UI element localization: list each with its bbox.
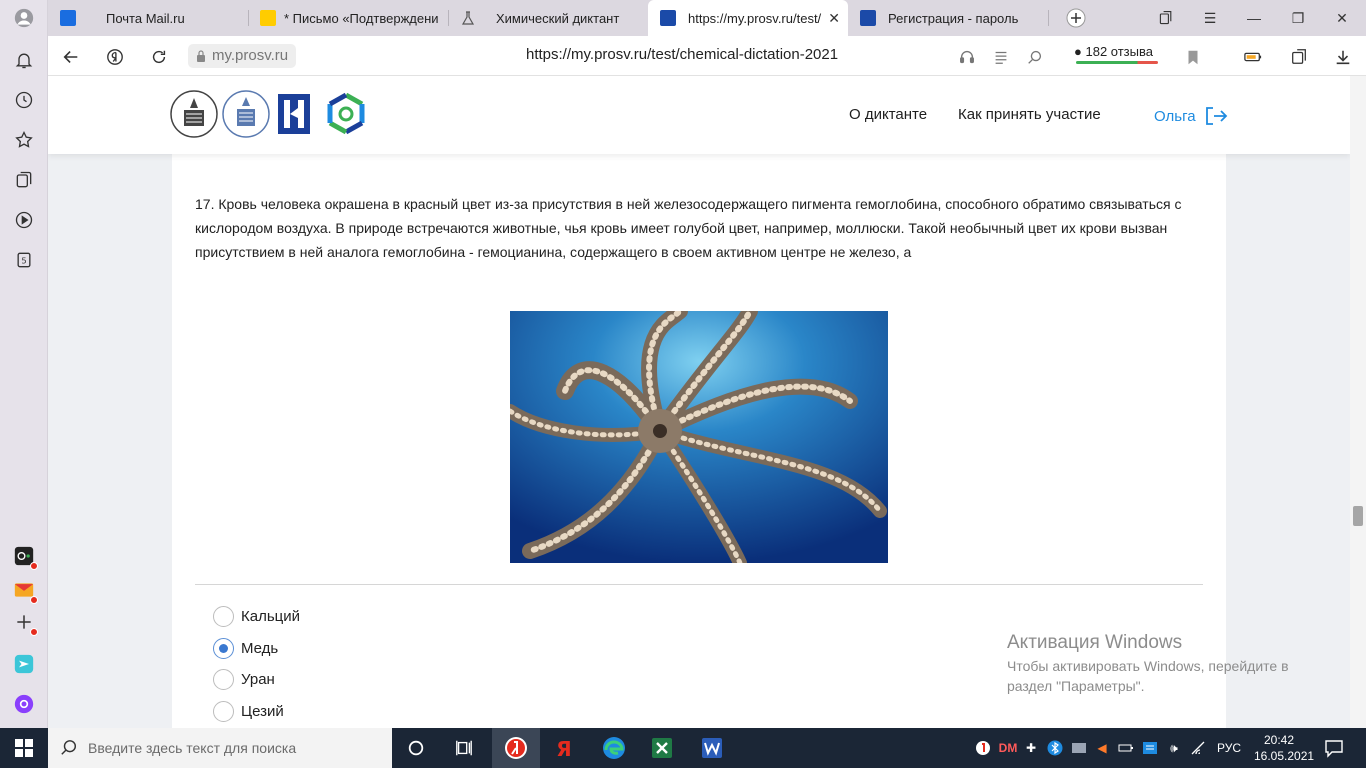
excel-icon[interactable] <box>648 734 676 762</box>
tabs-list-icon[interactable] <box>1156 8 1176 28</box>
divider <box>195 584 1203 585</box>
dm-tray-icon[interactable]: DM <box>998 740 1018 756</box>
svg-text:Я: Я <box>556 737 571 760</box>
cortana-icon[interactable] <box>402 734 430 762</box>
page-scrollbar[interactable] <box>1350 76 1366 728</box>
collections-icon[interactable] <box>12 168 36 192</box>
radio-button[interactable] <box>213 606 234 627</box>
browser-sidebar: 5 <box>0 0 48 728</box>
clock[interactable]: 20:42 16.05.2021 <box>1254 732 1314 764</box>
extensions-icon[interactable] <box>1288 46 1310 68</box>
web-page: О диктанте Как принять участие Ольга 17.… <box>48 76 1350 728</box>
taskbar-search-input[interactable]: Введите здесь текст для поиска <box>48 728 392 768</box>
tab-prosv-test[interactable]: https://my.prosv.ru/test/ ✕ <box>648 0 848 36</box>
domain-pill[interactable]: my.prosv.ru <box>188 44 297 68</box>
yandex-browser-icon[interactable] <box>502 734 530 762</box>
battery-saver-icon[interactable] <box>1242 46 1264 68</box>
question-text: 17. Кровь человека окрашена в красный цв… <box>195 196 1182 260</box>
option-copper[interactable]: Медь <box>213 638 278 659</box>
headphones-icon[interactable] <box>956 46 978 68</box>
download-icon[interactable] <box>1332 46 1354 68</box>
close-window-icon[interactable]: ✕ <box>1332 8 1352 28</box>
windows-taskbar: Введите здесь текст для поиска Я DM ✚ ◀ … <box>0 728 1366 768</box>
star-icon[interactable] <box>12 128 36 152</box>
number-five-icon[interactable]: 5 <box>12 248 36 272</box>
messenger-icon[interactable] <box>12 652 36 676</box>
restore-icon[interactable]: ❐ <box>1288 8 1308 28</box>
mail-icon[interactable] <box>12 578 38 604</box>
option-calcium[interactable]: Кальций <box>213 606 300 627</box>
address-bar: my.prosv.ru https://my.prosv.ru/test/che… <box>48 36 1366 76</box>
url-text[interactable]: https://my.prosv.ru/test/chemical-dictat… <box>526 46 838 63</box>
menu-how-to-participate[interactable]: Как принять участие <box>958 106 1101 123</box>
user-account-link[interactable]: Ольга <box>1154 106 1228 126</box>
network-tray-icon[interactable]: ✚ <box>1023 740 1039 756</box>
radio-button[interactable] <box>213 669 234 690</box>
yandex-tray-icon[interactable] <box>975 740 991 756</box>
comment-icon: ● <box>1074 44 1082 59</box>
yandex-icon[interactable]: Я <box>550 734 578 762</box>
radio-button[interactable] <box>213 701 234 722</box>
add-panel-icon[interactable] <box>12 610 38 636</box>
keyboard-tray-icon[interactable] <box>1142 740 1158 756</box>
reviews-rating-bar <box>1076 61 1158 64</box>
prosv-logo-icon <box>860 10 876 26</box>
tab-chemical-dictation[interactable]: Химический диктант <box>448 0 648 36</box>
menu-icon[interactable]: ☰ <box>1200 8 1220 28</box>
display-tray-icon[interactable] <box>1071 740 1087 756</box>
tab-letter[interactable]: * Письмо «Подтверждени <box>248 0 448 36</box>
option-cesium[interactable]: Цезий <box>213 701 284 722</box>
battery-icon[interactable] <box>1118 740 1134 756</box>
zoom-icon[interactable] <box>1024 46 1046 68</box>
tab-mail[interactable]: Почта Mail.ru <box>48 0 248 36</box>
menu-about-dictation[interactable]: О диктанте <box>849 106 927 123</box>
activation-watermark-title: Активация Windows <box>1007 632 1183 653</box>
radio-button-selected[interactable] <box>213 638 234 659</box>
language-indicator[interactable]: РУС <box>1217 741 1241 755</box>
windows-start-icon[interactable] <box>10 734 38 762</box>
flask-icon <box>460 10 476 26</box>
task-view-icon[interactable] <box>450 734 478 762</box>
tab-registration[interactable]: Регистрация - пароль <box>848 0 1048 36</box>
bookmark-icon[interactable] <box>1182 46 1204 68</box>
lock-icon <box>197 50 205 62</box>
new-tab-button[interactable] <box>1066 8 1086 28</box>
wifi-icon[interactable] <box>1190 740 1206 756</box>
yandex-icon[interactable] <box>104 46 126 68</box>
search-icon <box>61 740 77 755</box>
speaker-warning-icon[interactable]: ◀ <box>1094 740 1110 756</box>
mail-envelope-icon <box>60 10 76 26</box>
edge-icon[interactable] <box>600 734 628 762</box>
svg-text:5: 5 <box>21 255 26 265</box>
reload-icon[interactable] <box>148 46 170 68</box>
msu-logo[interactable] <box>170 90 218 138</box>
profile-avatar-icon[interactable] <box>12 6 36 30</box>
yandex-mail-icon <box>260 10 276 26</box>
octopus-photo <box>510 311 888 563</box>
bell-icon[interactable] <box>12 48 36 72</box>
video-icon[interactable] <box>12 208 36 232</box>
close-tab-icon[interactable]: ✕ <box>828 10 840 27</box>
alice-station-icon[interactable] <box>12 544 38 570</box>
volume-icon[interactable]: 🕪 <box>1166 740 1182 756</box>
reader-mode-icon[interactable] <box>990 46 1012 68</box>
site-header: О диктанте Как принять участие Ольга <box>48 76 1350 154</box>
activation-watermark-text: Чтобы активировать Windows, перейдите в … <box>1007 658 1289 694</box>
prosveshchenie-logo[interactable] <box>274 90 314 138</box>
chemistry-faculty-logo[interactable] <box>222 90 270 138</box>
reviews-badge[interactable]: ● 182 отзыва <box>1074 44 1153 59</box>
back-icon[interactable] <box>60 46 82 68</box>
notifications-icon[interactable] <box>1324 738 1344 758</box>
prosv-logo-icon <box>660 10 676 26</box>
minimize-icon[interactable]: — <box>1244 8 1264 28</box>
logout-icon <box>1205 107 1227 125</box>
alice-icon[interactable] <box>12 692 36 716</box>
history-icon[interactable] <box>12 88 36 112</box>
tab-bar: Почта Mail.ru * Письмо «Подтверждени Хим… <box>48 0 1366 36</box>
word-icon[interactable] <box>698 734 726 762</box>
bluetooth-icon[interactable] <box>1047 740 1063 756</box>
option-uranium[interactable]: Уран <box>213 669 275 690</box>
scrollbar-thumb[interactable] <box>1353 506 1363 526</box>
dictation-logo[interactable] <box>322 90 370 138</box>
